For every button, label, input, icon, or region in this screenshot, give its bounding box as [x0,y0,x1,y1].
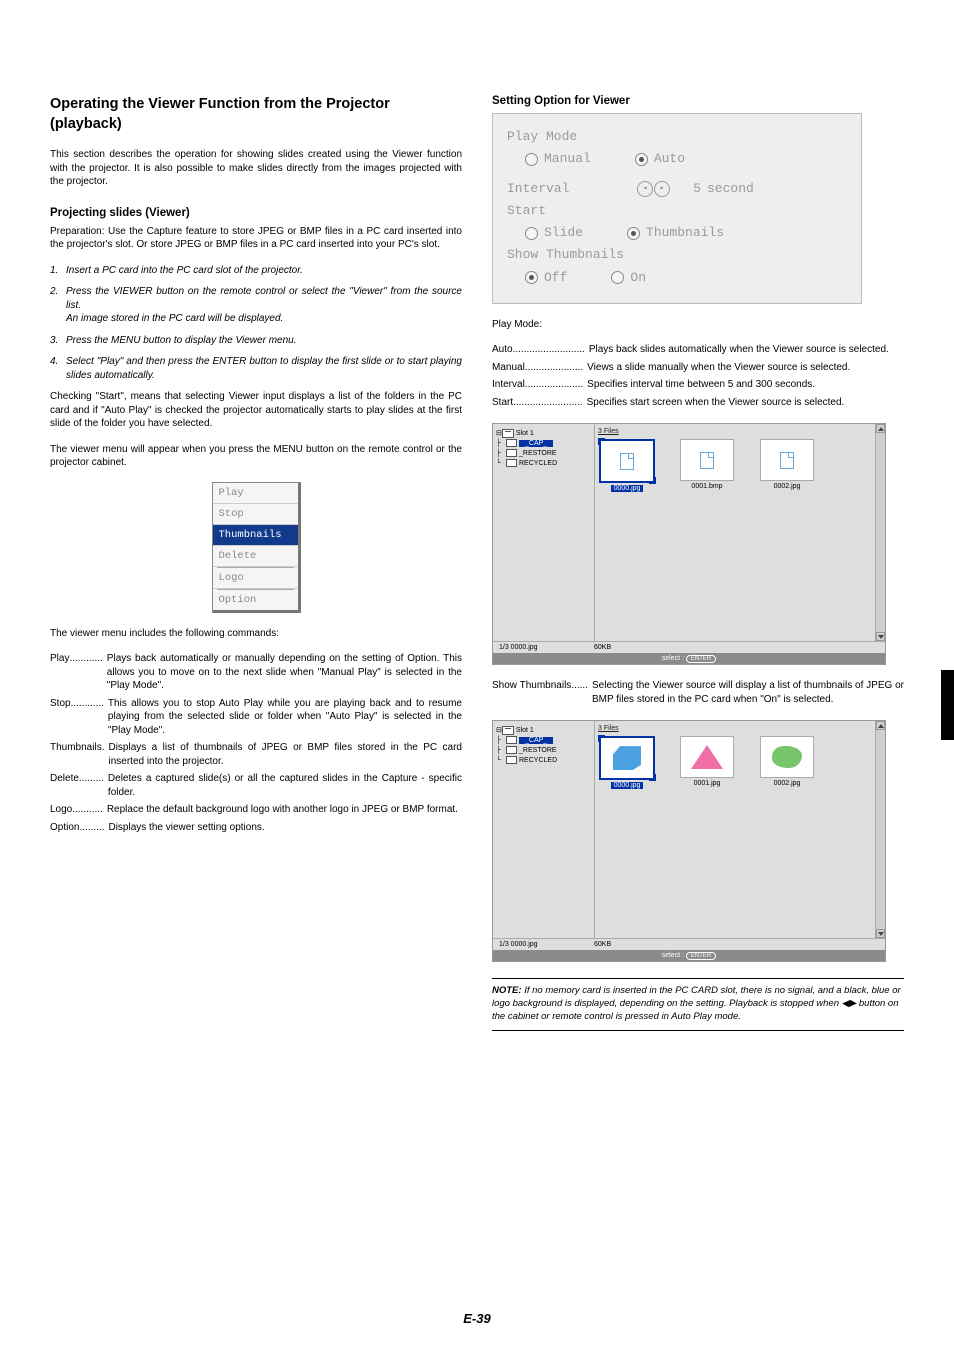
document-icon [700,452,714,469]
page-number: E-39 [0,1311,954,1326]
folder-restore[interactable]: _RESTORE [519,747,557,754]
folder-tree: ⊟Slot 1 ├_CAP_ ├_RESTORE └RECYCLED [493,721,595,938]
thumbnail-browser-off: ⊟Slot 1 ├_CAP_ ├_RESTORE └RECYCLED 3 Fil… [492,423,886,665]
step-1: 1.Insert a PC card into the PC card slot… [50,264,462,278]
folder-icon [506,746,517,754]
playmode-heading: Play Mode: [492,318,904,332]
enter-key-icon: ENTER [686,952,716,960]
after-steps-2: The viewer menu will appear when you pre… [50,443,462,470]
option-panel: Play Mode Manual Auto Interval ◂ ▸ 5 sec… [492,113,862,304]
radio-slide[interactable]: Slide [525,222,583,244]
thumb-item[interactable]: 0002.jpg [758,736,816,789]
menu-thumbnails[interactable]: Thumbnails [213,525,298,546]
interval-value: 5 [671,178,707,200]
menu-logo[interactable]: Logo [213,568,298,589]
status-bar: 1/3 0000.jpg 60KB [493,641,885,653]
thumbnail-browser-on: ⊟Slot 1 ├_CAP_ ├_RESTORE └RECYCLED 3 Fil… [492,720,886,962]
menu-option[interactable]: Option [213,590,298,610]
folder-icon [506,439,517,447]
document-icon [620,453,634,470]
footer-bar: select : ENTER [493,653,885,664]
thumb-item[interactable]: 0002.jpg [758,439,816,492]
thumb-item[interactable]: 0000.jpg [598,439,656,492]
commands-intro: The viewer menu includes the following c… [50,627,462,641]
folder-tree: ⊟Slot 1 ├_CAP_ ├_RESTORE └RECYCLED [493,424,595,641]
slot-icon [502,429,514,438]
document-icon [780,452,794,469]
folder-icon [506,449,517,457]
panel-start-label: Start [507,200,847,222]
scrollbar[interactable] [875,721,885,938]
thumbnail-grid: 3 Files 0000.jpg 0001.jpg 0002.jpg [595,721,875,938]
thumb-item[interactable]: 0001.bmp [678,439,736,492]
menu-play[interactable]: Play [213,483,298,504]
preparation-text: Preparation: Use the Capture feature to … [50,225,462,252]
playmode-defs: Auto .......................... Plays ba… [492,343,904,409]
footer-bar: select : ENTER [493,950,885,961]
scroll-up-icon[interactable] [876,424,885,433]
intro-text: This section describes the operation for… [50,148,462,189]
folder-icon [506,459,517,467]
folder-cap[interactable]: _CAP_ [519,737,553,744]
thumb-item[interactable]: 0001.jpg [678,736,736,789]
radio-on[interactable]: On [611,267,646,289]
folder-cap[interactable]: _CAP_ [519,440,553,447]
viewer-menu: Play Stop Thumbnails Delete Logo Option [212,482,301,613]
menu-delete[interactable]: Delete [213,546,298,567]
radio-thumbnails[interactable]: Thumbnails [627,222,724,244]
panel-playmode-label: Play Mode [507,126,847,148]
folder-icon [506,756,517,764]
interval-unit: second [707,178,754,200]
panel-interval-label: Interval [507,178,607,200]
scroll-down-icon[interactable] [876,929,885,938]
folder-recycled[interactable]: RECYCLED [519,460,557,467]
radio-manual[interactable]: Manual [525,148,591,170]
step-3: 3.Press the MENU button to display the V… [50,334,462,348]
image-shape-icon [772,746,802,768]
thumbnail-grid: 3 Files 0000.jpg 0001.bmp 0002.jpg [595,424,875,641]
left-column: Operating the Viewer Function from the P… [50,95,462,1031]
section-tab [941,670,954,740]
scroll-up-icon[interactable] [876,721,885,730]
slot-icon [502,726,514,735]
folder-recycled[interactable]: RECYCLED [519,757,557,764]
scrollbar[interactable] [875,424,885,641]
radio-auto[interactable]: Auto [635,148,685,170]
showthumbs-def: Show Thumbnails ...... Selecting the Vie… [492,679,904,706]
radio-off[interactable]: Off [525,267,567,289]
note-block: NOTE: If no memory card is inserted in t… [492,978,904,1030]
folder-restore[interactable]: _RESTORE [519,450,557,457]
folder-icon [506,736,517,744]
enter-key-icon: ENTER [686,655,716,663]
right-heading: Setting Option for Viewer [492,95,904,107]
image-shape-icon [613,746,641,770]
left-heading: Operating the Viewer Function from the P… [50,95,462,134]
right-column: Setting Option for Viewer Play Mode Manu… [492,95,904,1031]
interval-decrease[interactable]: ◂ [637,181,653,197]
interval-increase[interactable]: ▸ [654,181,670,197]
step-4: 4.Select "Play" and then press the ENTER… [50,355,462,382]
sub-heading-projecting: Projecting slides (Viewer) [50,207,462,219]
image-shape-icon [691,745,723,769]
status-bar: 1/3 0000.jpg 60KB [493,938,885,950]
panel-showthumbs-label: Show Thumbnails [507,244,847,266]
step-2: 2.Press the VIEWER button on the remote … [50,285,462,326]
commands-list: Play ............ Plays back automatical… [50,652,462,834]
after-steps-1: Checking "Start", means that selecting V… [50,390,462,431]
thumb-item[interactable]: 0000.jpg [598,736,656,789]
scroll-down-icon[interactable] [876,632,885,641]
menu-stop[interactable]: Stop [213,504,298,525]
